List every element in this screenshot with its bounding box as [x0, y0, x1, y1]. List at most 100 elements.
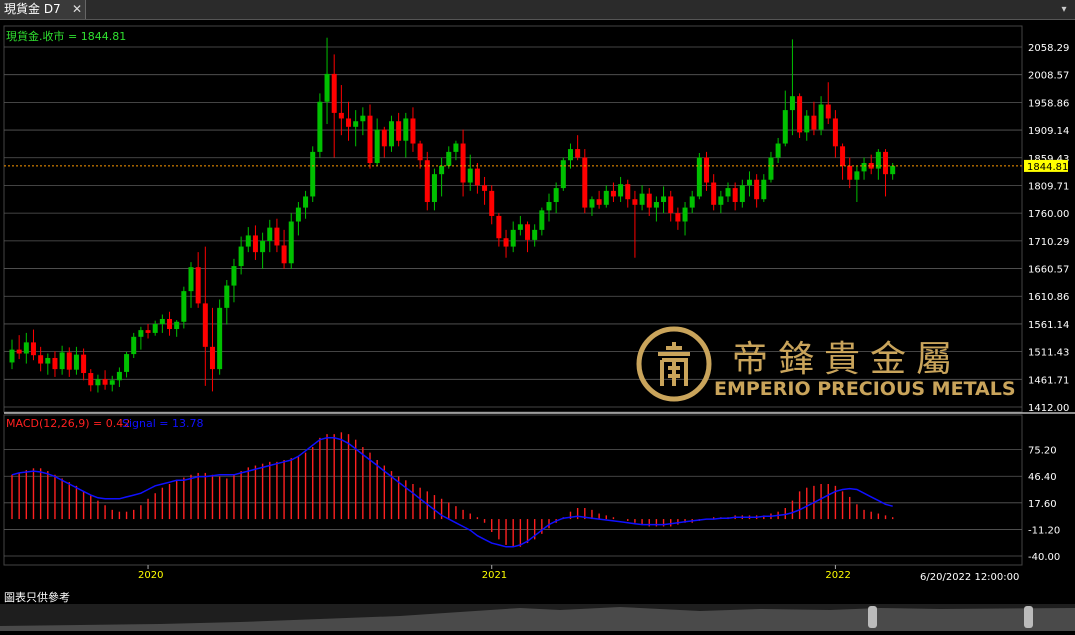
candle-body: [66, 352, 72, 370]
candle-body: [532, 229, 538, 240]
candle-body: [116, 371, 122, 381]
candle-body: [567, 149, 573, 161]
candle-body: [618, 184, 624, 197]
candle-body: [159, 318, 165, 325]
candle-body: [124, 354, 130, 372]
candle-body: [410, 118, 416, 144]
candle-body: [431, 174, 437, 203]
candle-body: [546, 202, 552, 211]
candle-body: [324, 73, 330, 102]
candle-body: [195, 267, 201, 304]
chevron-down-icon[interactable]: ▾: [1057, 0, 1071, 19]
price-tick-label: 1809.71: [1028, 181, 1069, 192]
candle-body: [95, 379, 101, 386]
x-tick-label: 2021: [482, 570, 507, 581]
close-icon[interactable]: ✕: [70, 0, 84, 19]
candle-body: [331, 73, 337, 113]
candle-body: [224, 285, 230, 308]
candle-body: [847, 165, 853, 180]
candle-body: [467, 168, 473, 183]
tab-bar: 現貨金 D7 ✕ ▾: [0, 0, 1075, 20]
date-label: 6/20/2022 12:00:00: [920, 572, 1019, 583]
macd-legend: MACD(12,26,9) = 0.42: [6, 417, 130, 430]
candle-body: [632, 199, 638, 205]
x-tick-label: 2022: [825, 570, 850, 581]
price-tick-label: 1561.14: [1028, 320, 1069, 331]
candle-body: [267, 227, 273, 242]
price-tick-label: 1909.14: [1028, 126, 1069, 137]
candle-body: [804, 115, 810, 133]
candle-body: [782, 110, 788, 144]
candle-body: [360, 115, 366, 122]
candle-body: [718, 196, 724, 205]
candle-body: [52, 357, 58, 370]
candle-body: [381, 129, 387, 147]
candle-body: [761, 179, 767, 200]
signal-line: [11, 437, 893, 548]
candle-body: [646, 193, 652, 208]
macd-tick-label: 17.60: [1028, 499, 1057, 510]
candle-body: [861, 163, 867, 172]
candle-body: [610, 190, 616, 197]
candle-body: [30, 342, 36, 356]
time-scrollbar[interactable]: [0, 604, 1075, 631]
candle-body: [582, 157, 588, 208]
price-tick-label: 2058.29: [1028, 43, 1069, 54]
chart-canvas[interactable]: 2058.292008.571958.861909.141859.431809.…: [0, 20, 1075, 604]
candle-body: [88, 373, 94, 386]
candle-body: [109, 380, 115, 385]
candle-body: [560, 160, 566, 189]
candle-body: [238, 246, 244, 267]
candle-body: [668, 196, 674, 214]
candle-body: [245, 235, 251, 247]
candle-body: [739, 185, 745, 203]
candle-body: [424, 160, 430, 203]
candle-body: [890, 165, 896, 175]
candle-body: [167, 318, 173, 330]
candle-body: [489, 190, 495, 216]
candle-body: [474, 168, 480, 186]
candle-body: [260, 241, 266, 253]
last-price-label: 1844.81: [1027, 162, 1068, 173]
candle-body: [453, 143, 459, 152]
candle-body: [346, 118, 352, 127]
candle-body: [797, 96, 803, 133]
candle-body: [653, 202, 659, 208]
candle-body: [675, 213, 681, 222]
candle-body: [188, 267, 194, 292]
price-tick-label: 1710.29: [1028, 237, 1069, 248]
price-tick-label: 1412.00: [1028, 403, 1069, 414]
price-tick-label: 1511.43: [1028, 348, 1069, 359]
scrollbar-left-handle[interactable]: [868, 606, 877, 628]
candle-body: [732, 188, 738, 203]
candle-body: [295, 207, 301, 222]
candle-body: [525, 224, 531, 240]
candle-body: [45, 357, 51, 364]
candle-body: [303, 196, 309, 208]
candle-body: [131, 336, 137, 355]
candle-body: [496, 215, 502, 239]
candle-body: [417, 143, 423, 161]
candle-body: [746, 179, 752, 186]
candle-body: [482, 185, 488, 191]
candle-body: [603, 190, 609, 205]
scrollbar-right-handle[interactable]: [1024, 606, 1033, 628]
candle-body: [102, 379, 108, 385]
candle-body: [460, 143, 466, 183]
tab-chart[interactable]: 現貨金 D7 ✕: [0, 0, 86, 19]
x-tick-label: 2020: [138, 570, 163, 581]
candle-body: [367, 115, 373, 164]
candle-body: [517, 224, 523, 230]
macd-tick-label: 75.20: [1028, 446, 1057, 457]
candle-body: [446, 151, 452, 166]
candle-body: [252, 235, 258, 253]
candle-body: [510, 229, 516, 247]
candle-body: [539, 210, 545, 230]
candle-body: [696, 157, 702, 197]
price-legend: 現貨金.收市 = 1844.81: [6, 29, 126, 43]
candle-body: [825, 104, 831, 119]
macd-tick-label: 46.40: [1028, 472, 1057, 483]
candle-body: [138, 330, 144, 337]
candle-body: [775, 143, 781, 158]
candle-body: [575, 149, 581, 158]
